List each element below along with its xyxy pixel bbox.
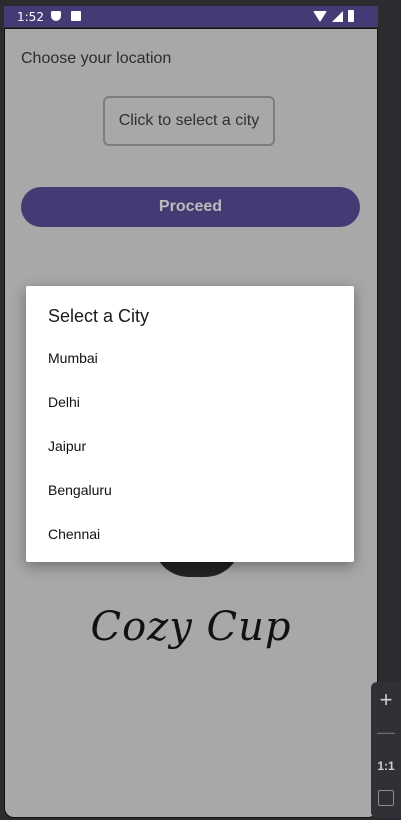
brand-name: Cozy Cup — [90, 604, 292, 650]
battery-icon — [348, 10, 354, 22]
actual-size-button[interactable]: 1:1 — [371, 752, 401, 780]
status-bar: 1:52 — [4, 6, 378, 27]
proceed-button[interactable]: Proceed — [21, 187, 360, 227]
city-option-mumbai[interactable]: Mumbai — [26, 336, 354, 380]
city-option-delhi[interactable]: Delhi — [26, 380, 354, 424]
dialog-title: Select a City — [48, 306, 150, 326]
signal-icon — [332, 10, 343, 22]
zoom-out-button[interactable]: — — [371, 718, 401, 746]
wifi-icon — [313, 10, 327, 22]
fit-screen-icon — [378, 790, 394, 806]
choose-location-label: Choose your location — [21, 50, 172, 67]
fit-screen-button[interactable] — [371, 784, 401, 812]
shield-icon — [51, 11, 61, 21]
emulator-zoom-panel: + — 1:1 — [371, 682, 401, 818]
select-city-dialog: Select a City Mumbai Delhi Jaipur Bengal… — [26, 286, 354, 562]
status-right-icons — [313, 10, 354, 22]
status-time: 1:52 — [17, 10, 44, 24]
city-option-chennai[interactable]: Chennai — [26, 512, 354, 556]
zoom-in-button[interactable]: + — [371, 686, 401, 714]
select-city-button[interactable]: Click to select a city — [103, 96, 275, 146]
city-option-bengaluru[interactable]: Bengaluru — [26, 468, 354, 512]
city-option-jaipur[interactable]: Jaipur — [26, 424, 354, 468]
accessibility-icon — [71, 11, 81, 21]
